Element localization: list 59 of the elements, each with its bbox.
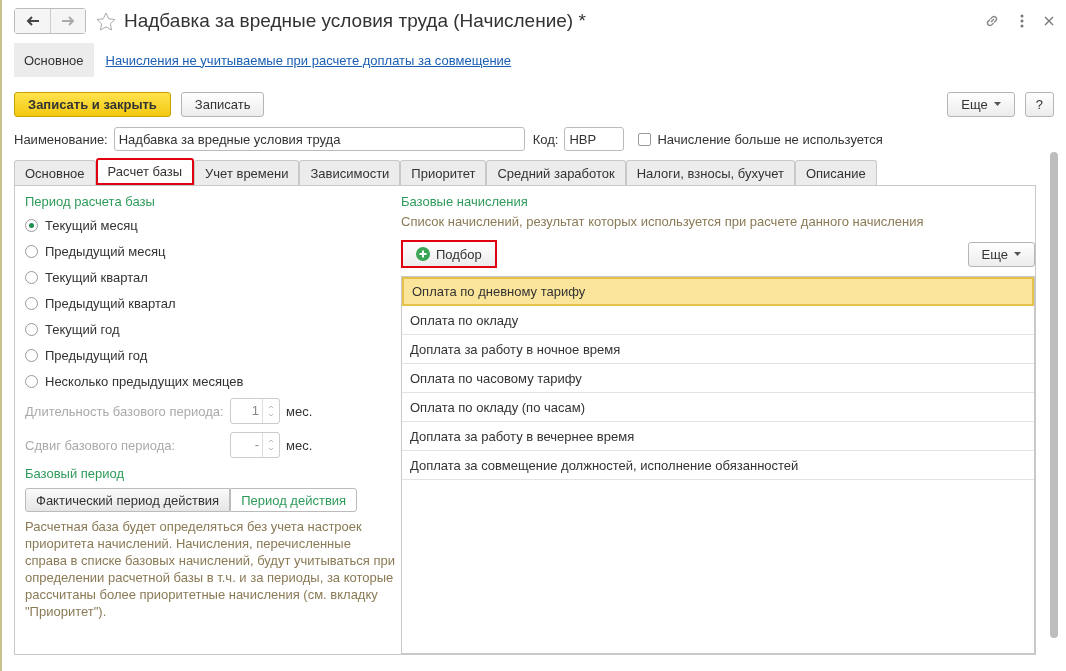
section-heading: Базовые начисления — [401, 194, 529, 211]
field-label: Код: — [532, 131, 559, 147]
save-button[interactable]: Записать — [180, 91, 265, 117]
plus-icon — [416, 247, 430, 261]
back-arrow-icon — [25, 16, 40, 26]
checkbox[interactable] — [638, 132, 652, 146]
radio-option[interactable]: Предыдущий год — [25, 342, 395, 368]
checkbox-label: Начисление больше не используется — [657, 131, 883, 147]
toggle-option[interactable]: Фактический период действия — [25, 488, 231, 512]
more-button[interactable]: Еще — [947, 91, 1015, 117]
code-input[interactable]: НВР — [564, 127, 625, 151]
unit-label: мес. — [286, 437, 313, 453]
close-icon[interactable] — [1044, 16, 1054, 26]
toggle-option[interactable]: Период действия — [230, 488, 358, 512]
section-link[interactable]: Начисления не учитываемые при расчете доплаты за совмещение — [105, 52, 512, 68]
radio-option[interactable]: Несколько предыдущих месяцев — [25, 368, 395, 394]
radio-option[interactable]: Предыдущий квартал — [25, 290, 395, 316]
list-row[interactable]: Доплата за работу в ночное время — [402, 335, 1034, 364]
radio-option[interactable]: Текущий год — [25, 316, 395, 342]
forward-arrow-icon — [61, 16, 75, 26]
tab[interactable]: Описание — [794, 160, 877, 185]
back-button[interactable] — [15, 9, 50, 33]
field-label: Наименование: — [14, 131, 108, 147]
unit-label: мес. — [286, 403, 313, 419]
tab[interactable]: Средний заработок — [486, 160, 626, 185]
menu-icon[interactable] — [1020, 14, 1024, 28]
list-row[interactable]: Оплата по окладу (по часам) — [402, 393, 1034, 422]
caret-icon — [993, 102, 1001, 106]
section-heading: Базовый период — [25, 466, 126, 483]
tab[interactable]: Основное — [14, 160, 96, 185]
section-tab[interactable]: Основное — [14, 43, 94, 77]
name-input[interactable]: Надбавка за вредные условия труда — [113, 127, 525, 151]
field-label: Сдвиг базового периода: — [25, 437, 177, 453]
list-row[interactable]: Оплата по окладу — [402, 306, 1034, 335]
radio-option[interactable]: Предыдущий месяц — [25, 238, 395, 264]
list-row[interactable]: Оплата по часовому тарифу — [402, 364, 1034, 393]
field-label: Длительность базового периода: — [25, 403, 225, 419]
star-icon[interactable] — [96, 11, 116, 31]
window-title: Надбавка за вредные условия труда (Начисление) * — [124, 10, 587, 32]
radio-option[interactable]: Текущий месяц — [25, 212, 395, 238]
tab[interactable]: Учет времени — [194, 160, 300, 185]
help-button[interactable]: ? — [1024, 91, 1054, 117]
tab[interactable]: Расчет базы — [95, 158, 195, 185]
section-heading: Период расчета базы — [25, 194, 156, 211]
pick-button[interactable]: Подбор — [401, 240, 497, 268]
list-row[interactable]: Доплата за совмещение должностей, исполнение обязанностей — [402, 451, 1034, 480]
list-row[interactable]: Оплата по дневному тарифу — [402, 277, 1034, 306]
more-button[interactable]: Еще — [967, 241, 1035, 267]
tab[interactable]: Налоги, взносы, бухучет — [625, 160, 795, 185]
scrollbar-thumb[interactable] — [1050, 152, 1058, 638]
section-description: Список начислений, результат которых используется при расчете данного начисления — [401, 214, 925, 231]
list-row[interactable]: Доплата за работу в вечернее время — [402, 422, 1034, 451]
caret-icon — [1014, 252, 1021, 256]
save-and-close-button[interactable]: Записать и закрыть — [14, 91, 171, 117]
radio-option[interactable]: Текущий квартал — [25, 264, 395, 290]
tab[interactable]: Зависимости — [299, 160, 401, 185]
tab[interactable]: Приоритет — [400, 160, 487, 185]
explanation-text: Расчетная база будет определяться без учета настроек приоритета начислений. Начисления, перечисленные справа в списке базовых начислений, будут учитываться при определении расчетной базы в т.ч. и за периоды, за которые рассчитаны более приоритетные начисления (см. вкладку "Приоритет"). — [25, 518, 395, 620]
link-icon[interactable] — [984, 13, 1000, 29]
